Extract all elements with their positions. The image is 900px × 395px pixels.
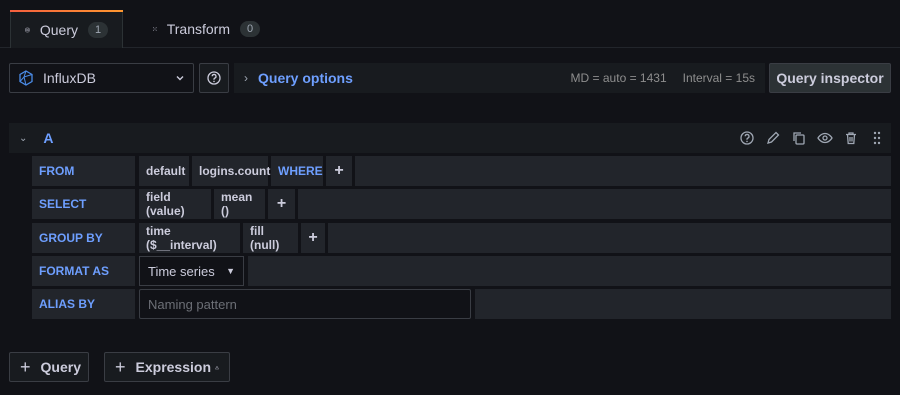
- interval: Interval = 15s: [682, 71, 755, 85]
- query-options-title: Query options: [258, 70, 353, 86]
- alias-by-row-filler: [475, 289, 891, 319]
- max-data-points: MD = auto = 1431: [570, 71, 667, 85]
- chevron-down-icon[interactable]: ⌄: [19, 133, 27, 144]
- tab-query[interactable]: Query 1: [10, 10, 123, 48]
- trash-icon[interactable]: [843, 130, 859, 146]
- select-row-filler: [298, 189, 891, 219]
- tab-transform-count: 0: [240, 21, 260, 37]
- help-icon[interactable]: [739, 130, 755, 146]
- from-row-filler: [355, 156, 891, 186]
- format-as-value: Time series: [148, 263, 215, 279]
- add-where-button[interactable]: +: [326, 156, 352, 186]
- group-by-row-filler: [328, 223, 891, 253]
- query-options-bar[interactable]: › Query options MD = auto = 1431 Interva…: [234, 63, 765, 93]
- add-expression-button[interactable]: + Expression: [104, 352, 230, 382]
- edit-icon[interactable]: [765, 130, 781, 146]
- format-as-select[interactable]: Time series ▼: [139, 256, 244, 286]
- tab-transform-label: Transform: [166, 21, 230, 37]
- where-keyword: WHERE: [271, 156, 323, 186]
- alias-by-label: ALIAS BY: [32, 289, 135, 319]
- duplicate-icon[interactable]: [791, 130, 807, 146]
- plus-icon: +: [115, 356, 126, 377]
- add-group-by-button[interactable]: +: [301, 223, 325, 253]
- format-as-row-filler: [248, 256, 891, 286]
- chevron-down-icon: [176, 76, 184, 81]
- datasource-picker[interactable]: InfluxDB: [9, 63, 194, 93]
- caret-down-icon: ▼: [226, 266, 235, 276]
- influxdb-icon: [19, 70, 33, 86]
- datasource-help-button[interactable]: [199, 63, 229, 93]
- transform-icon: [153, 27, 157, 31]
- select-row: SELECT field (value) mean () +: [32, 189, 891, 219]
- measurement-segment[interactable]: logins.count: [192, 156, 270, 186]
- retention-policy-segment[interactable]: default: [139, 156, 189, 186]
- warning-icon: [215, 365, 219, 369]
- tab-query-count: 1: [88, 21, 108, 38]
- add-select-button[interactable]: +: [268, 189, 295, 219]
- query-row-actions: [739, 123, 885, 153]
- add-query-button[interactable]: + Query: [9, 352, 89, 382]
- aggregation-segment[interactable]: mean (): [214, 189, 265, 219]
- group-by-row: GROUP BY time ($__interval) fill (null) …: [32, 223, 891, 253]
- database-icon: [25, 27, 30, 32]
- from-row: FROM default logins.count WHERE +: [32, 156, 891, 186]
- chevron-right-icon: ›: [244, 71, 248, 85]
- fill-segment[interactable]: fill (null): [243, 223, 298, 253]
- datasource-name: InfluxDB: [43, 70, 96, 86]
- question-circle-icon: [207, 71, 221, 85]
- format-as-label: FORMAT AS: [32, 256, 135, 286]
- format-as-row: FORMAT AS Time series ▼: [32, 256, 891, 286]
- query-row-header[interactable]: ⌄ A: [9, 123, 891, 153]
- drag-handle-icon[interactable]: [869, 130, 885, 146]
- time-interval-segment[interactable]: time ($__interval): [139, 223, 240, 253]
- editor-tabs: Query 1 Transform 0: [0, 0, 900, 48]
- alias-by-input[interactable]: [139, 289, 471, 319]
- alias-by-row: ALIAS BY: [32, 289, 891, 319]
- query-inspector-button[interactable]: Query inspector: [769, 63, 891, 93]
- from-label: FROM: [32, 156, 135, 186]
- select-label: SELECT: [32, 189, 135, 219]
- add-query-label: Query: [40, 359, 81, 375]
- query-ref-id[interactable]: A: [43, 130, 53, 146]
- tab-transform[interactable]: Transform 0: [139, 10, 274, 48]
- group-by-label: GROUP BY: [32, 223, 135, 253]
- plus-icon: +: [20, 356, 31, 377]
- tab-query-label: Query: [39, 21, 78, 38]
- field-segment[interactable]: field (value): [139, 189, 211, 219]
- eye-icon[interactable]: [817, 130, 833, 146]
- add-expression-label: Expression: [135, 359, 211, 375]
